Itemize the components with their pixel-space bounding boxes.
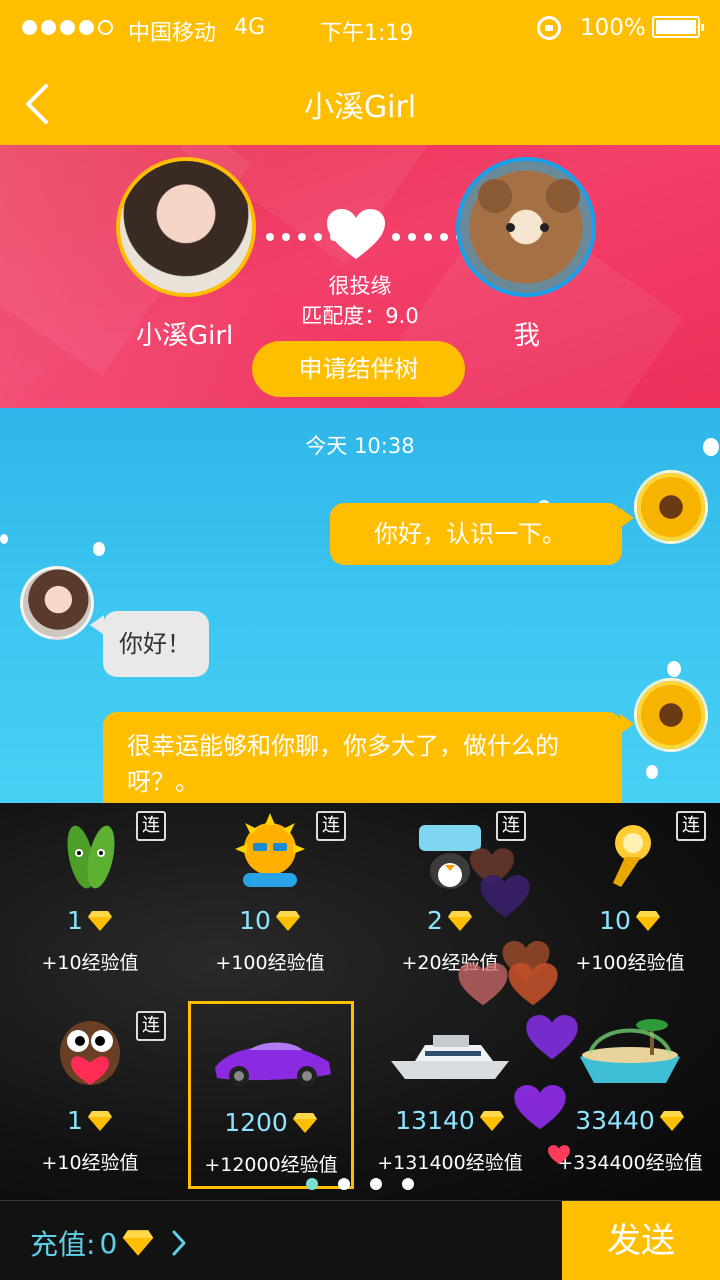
- sun-icon: [235, 813, 305, 887]
- my-name: 我: [514, 321, 541, 351]
- gift-exp: +131400经验值: [377, 1152, 523, 1174]
- match-banner: 很投缘 匹配度：9.0 小溪Girl 我 申请结伴树: [0, 145, 720, 408]
- gift-inke-boy-sun[interactable]: 连 10 +100经验值: [180, 803, 360, 1001]
- floating-heart-icon: [526, 1015, 578, 1060]
- magic-lamp-icon: [613, 825, 651, 887]
- battery-icon: [652, 16, 704, 38]
- gift-price: 1200: [191, 1108, 351, 1137]
- chevron-right-icon: [172, 1230, 186, 1256]
- chat-area[interactable]: 今天 10:38 你好，认识一下。 你好！ 很幸运能够和你聊，你多大了，做什么的…: [0, 408, 720, 803]
- floating-heart-icon: [480, 875, 530, 918]
- floating-heart-icon: [508, 963, 558, 1006]
- floating-heart-icon: [514, 1085, 566, 1130]
- gift-owl-heart[interactable]: 连 1 +10经验值: [0, 1003, 180, 1200]
- combo-badge: 连: [496, 811, 526, 841]
- pager-dot[interactable]: [370, 1178, 382, 1190]
- match-score: 匹配度：9.0: [301, 304, 419, 328]
- diamond-icon: [275, 911, 300, 931]
- diamond-icon: [659, 1111, 684, 1131]
- diamond-icon: [87, 911, 112, 931]
- diamond-icon: [479, 1111, 504, 1131]
- combo-badge: 连: [316, 811, 346, 841]
- yacht-icon: [391, 1035, 509, 1079]
- match-text: 很投缘: [328, 274, 392, 298]
- gift-price: 10: [180, 906, 360, 935]
- connector-dots-right: [392, 233, 464, 241]
- my-chat-avatar[interactable]: [634, 678, 708, 752]
- gift-price: 1: [0, 906, 180, 935]
- battery-percent: 100%: [580, 15, 646, 41]
- gift-exp: +10经验值: [41, 952, 139, 974]
- gift-price: 33440: [540, 1106, 720, 1135]
- heart-icon: [327, 209, 385, 259]
- diamond-icon: [447, 911, 472, 931]
- gift-price: 10: [540, 906, 720, 935]
- owl-heart-icon: [60, 1021, 120, 1085]
- gift-exp: +10经验值: [41, 1152, 139, 1174]
- pager-dot[interactable]: [306, 1178, 318, 1190]
- my-chat-avatar[interactable]: [634, 470, 708, 544]
- top-bar: 中国移动 4G 下午1:19 100% 小溪Girl: [0, 0, 720, 145]
- gift-magic-lamp[interactable]: 连 10 +100经验值: [540, 803, 720, 1001]
- diamond-icon: [87, 1111, 112, 1131]
- chat-timestamp: 今天 10:38: [305, 434, 415, 458]
- gift-cucumber[interactable]: 连 1 +10经验值: [0, 803, 180, 1001]
- combo-badge: 连: [136, 1011, 166, 1041]
- status-bar: 中国移动 4G 下午1:19 100%: [0, 0, 720, 56]
- floating-heart-icon: [548, 1145, 570, 1165]
- rotation-lock-icon: [537, 16, 561, 40]
- signal-strength-icon: [22, 20, 113, 35]
- message-bubble-outgoing[interactable]: 很幸运能够和你聊，你多大了，做什么的呀？。: [103, 712, 622, 803]
- gift-exp: +100经验值: [215, 952, 325, 974]
- gift-panel: 连 1 +10经验值 连 10 +100经验值 连 2 +20经验值 连 10 …: [0, 803, 720, 1200]
- apply-partner-tree-button[interactable]: 申请结伴树: [252, 341, 465, 397]
- pager-dot[interactable]: [338, 1178, 350, 1190]
- message-text: 很幸运能够和你聊，你多大了，做什么的呀？。: [127, 732, 559, 796]
- combo-badge: 连: [136, 811, 166, 841]
- network-type: 4G: [234, 15, 266, 40]
- her-chat-avatar[interactable]: [20, 566, 94, 640]
- page-title: 小溪Girl: [303, 90, 417, 125]
- gift-exp: +100经验值: [575, 952, 685, 974]
- combo-badge: 连: [676, 811, 706, 841]
- bottom-bar: 充值: 0 发送: [0, 1200, 720, 1280]
- diamond-balance: 0: [99, 1226, 118, 1260]
- send-button[interactable]: 发送: [562, 1201, 720, 1280]
- message-text: 你好，认识一下。: [374, 520, 566, 548]
- gift-exp: +12000经验值: [204, 1154, 338, 1176]
- carrier-name: 中国移动: [128, 21, 217, 46]
- recharge-button[interactable]: 充值: 0: [30, 1223, 189, 1263]
- message-bubble-incoming[interactable]: 你好！: [103, 611, 209, 677]
- diamond-icon: [122, 1230, 154, 1256]
- floating-heart-icon: [458, 963, 508, 1006]
- diamond-icon: [292, 1113, 317, 1133]
- gift-price: 13140: [360, 1106, 540, 1135]
- recharge-label: 充值:: [30, 1228, 96, 1261]
- message-bubble-outgoing[interactable]: 你好，认识一下。: [330, 503, 622, 565]
- her-name: 小溪Girl: [136, 321, 234, 351]
- pager-dot[interactable]: [402, 1178, 414, 1190]
- gift-pager: [306, 1178, 414, 1190]
- gift-sports-car[interactable]: 1200 +12000经验值: [188, 1001, 354, 1189]
- status-time: 下午1:19: [320, 21, 414, 46]
- diamond-icon: [635, 911, 660, 931]
- cucumber-icon: [67, 825, 115, 889]
- gift-yacht[interactable]: 13140 +131400经验值: [360, 1003, 540, 1200]
- island-icon: [580, 1019, 680, 1083]
- gift-price: 1: [0, 1106, 180, 1135]
- sports-car-icon: [215, 1042, 331, 1086]
- message-text: 你好！: [119, 630, 191, 658]
